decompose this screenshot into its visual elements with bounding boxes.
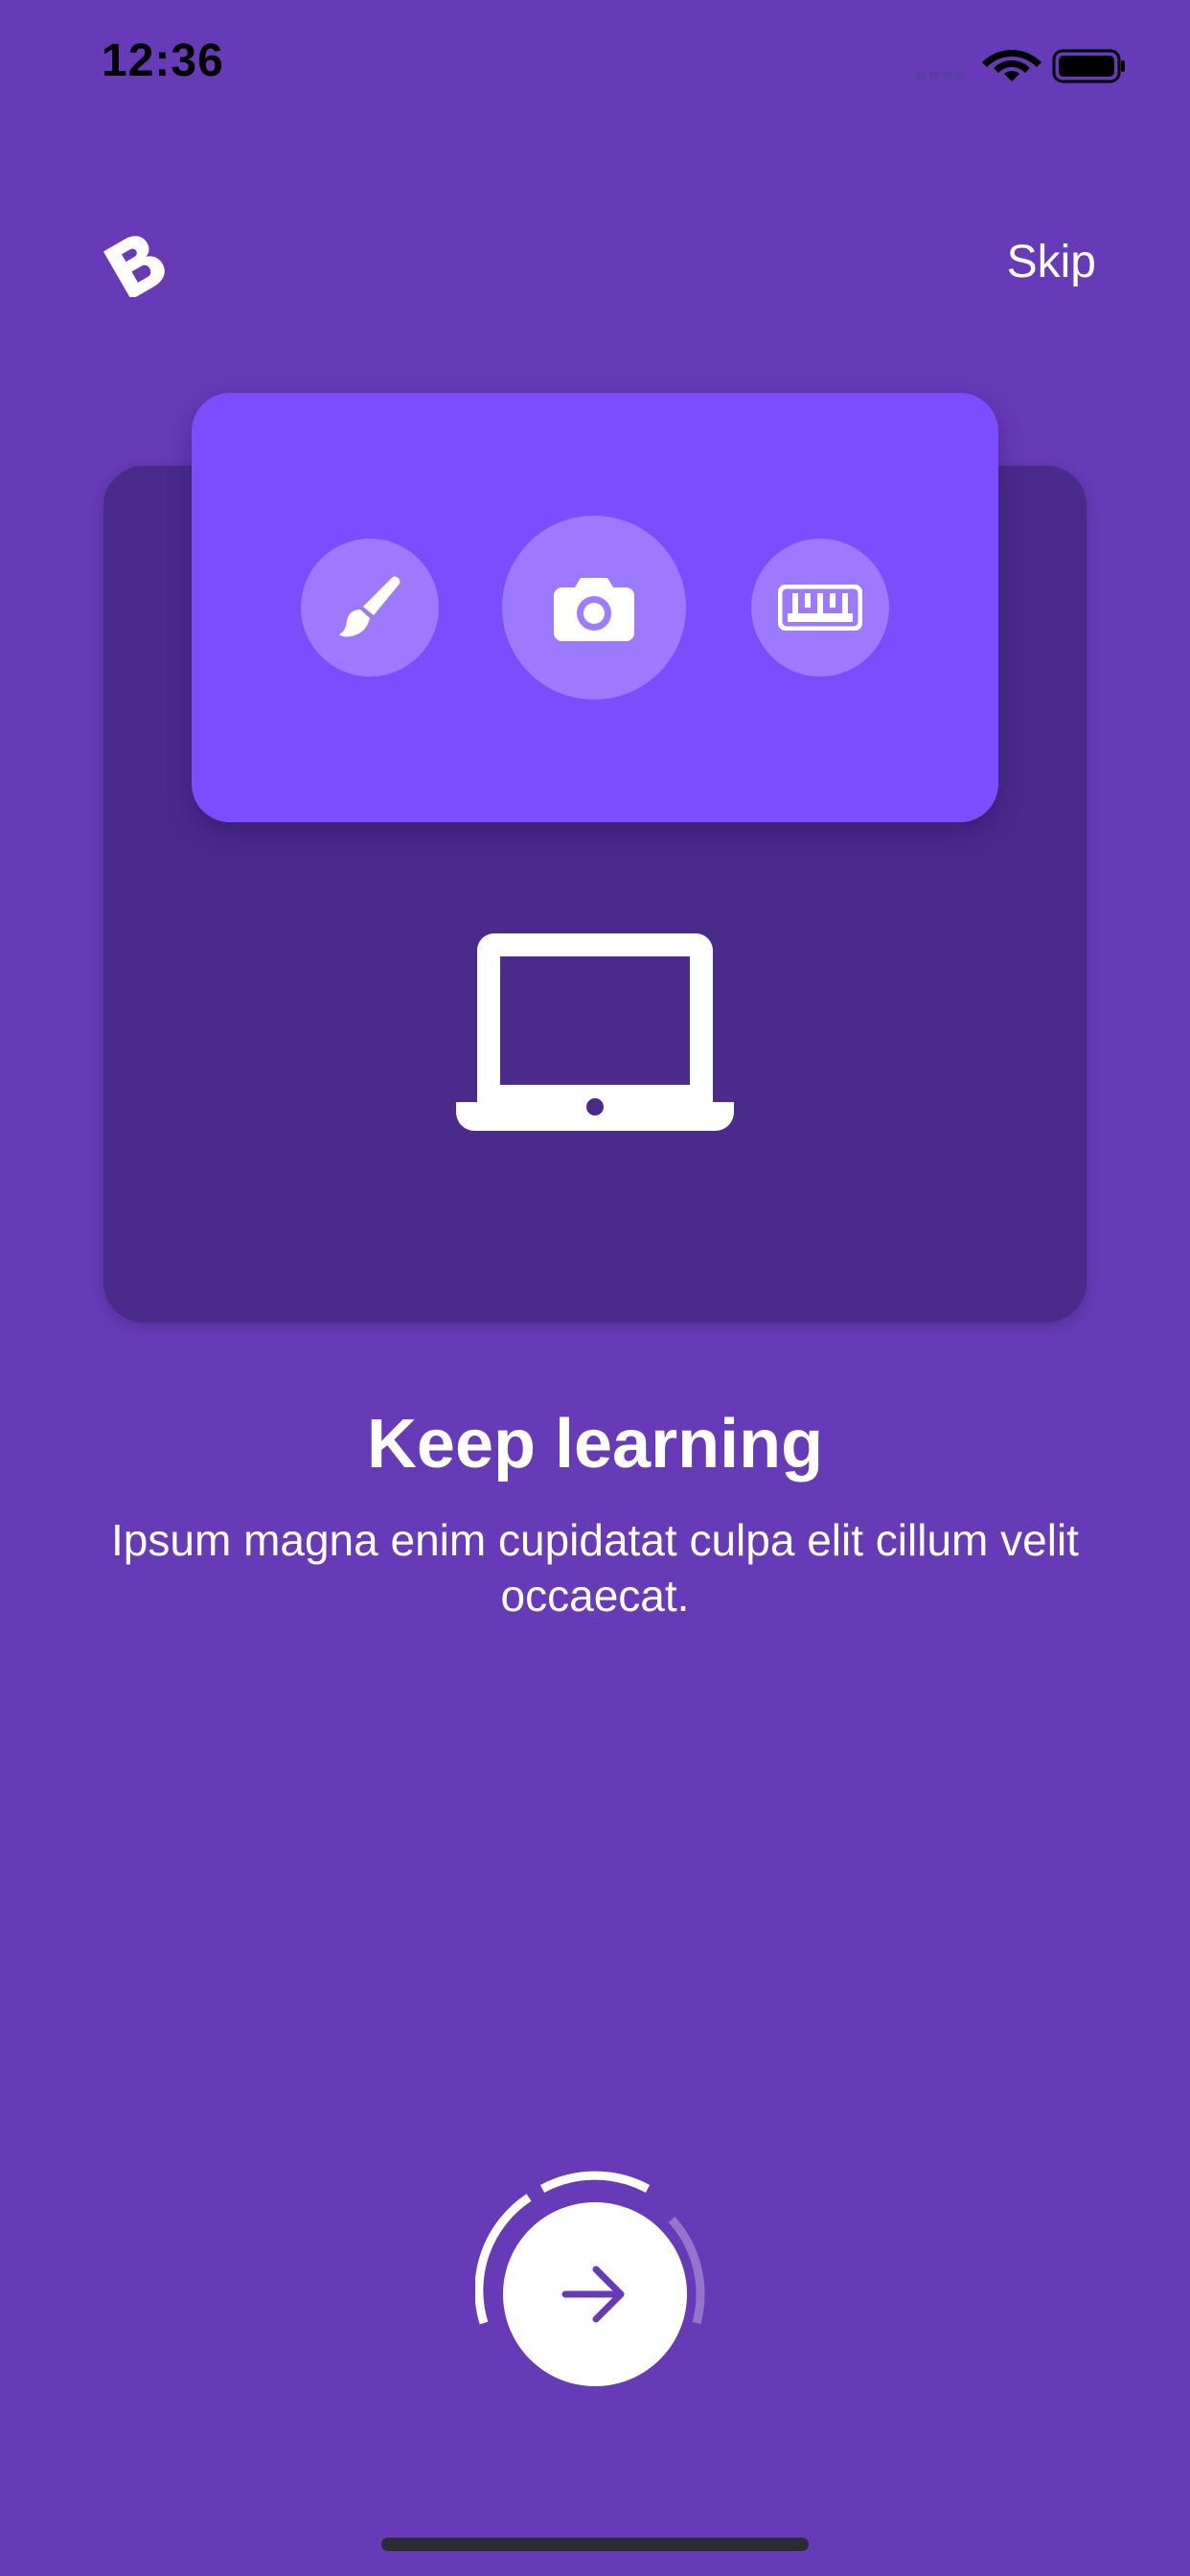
brush-circle [301,539,439,677]
camera-icon [554,578,634,641]
skip-button[interactable]: Skip [1007,236,1096,288]
ruler-icon [778,585,862,631]
signal-icon [916,71,965,80]
next-button[interactable] [503,2202,687,2386]
next-control [475,2170,715,2394]
wifi-icon [982,50,1041,81]
arrow-right-icon [561,2266,625,2323]
status-time: 12:36 [102,35,224,86]
b-logo-icon [103,236,165,297]
camera-circle [502,516,686,700]
page-title: Keep learning [366,1406,824,1483]
ruler-circle [751,539,889,677]
home-indicator[interactable] [381,2538,809,2551]
battery-icon [1052,49,1125,83]
status-icons [916,49,1125,83]
illustration-front-card [192,393,998,822]
page-subtitle: Ipsum magna enim cupidatat culpa elit ci… [111,1515,1079,1621]
brush-icon [339,576,400,637]
laptop-icon [456,933,734,1131]
status-bar: 12:36 [0,0,1190,126]
